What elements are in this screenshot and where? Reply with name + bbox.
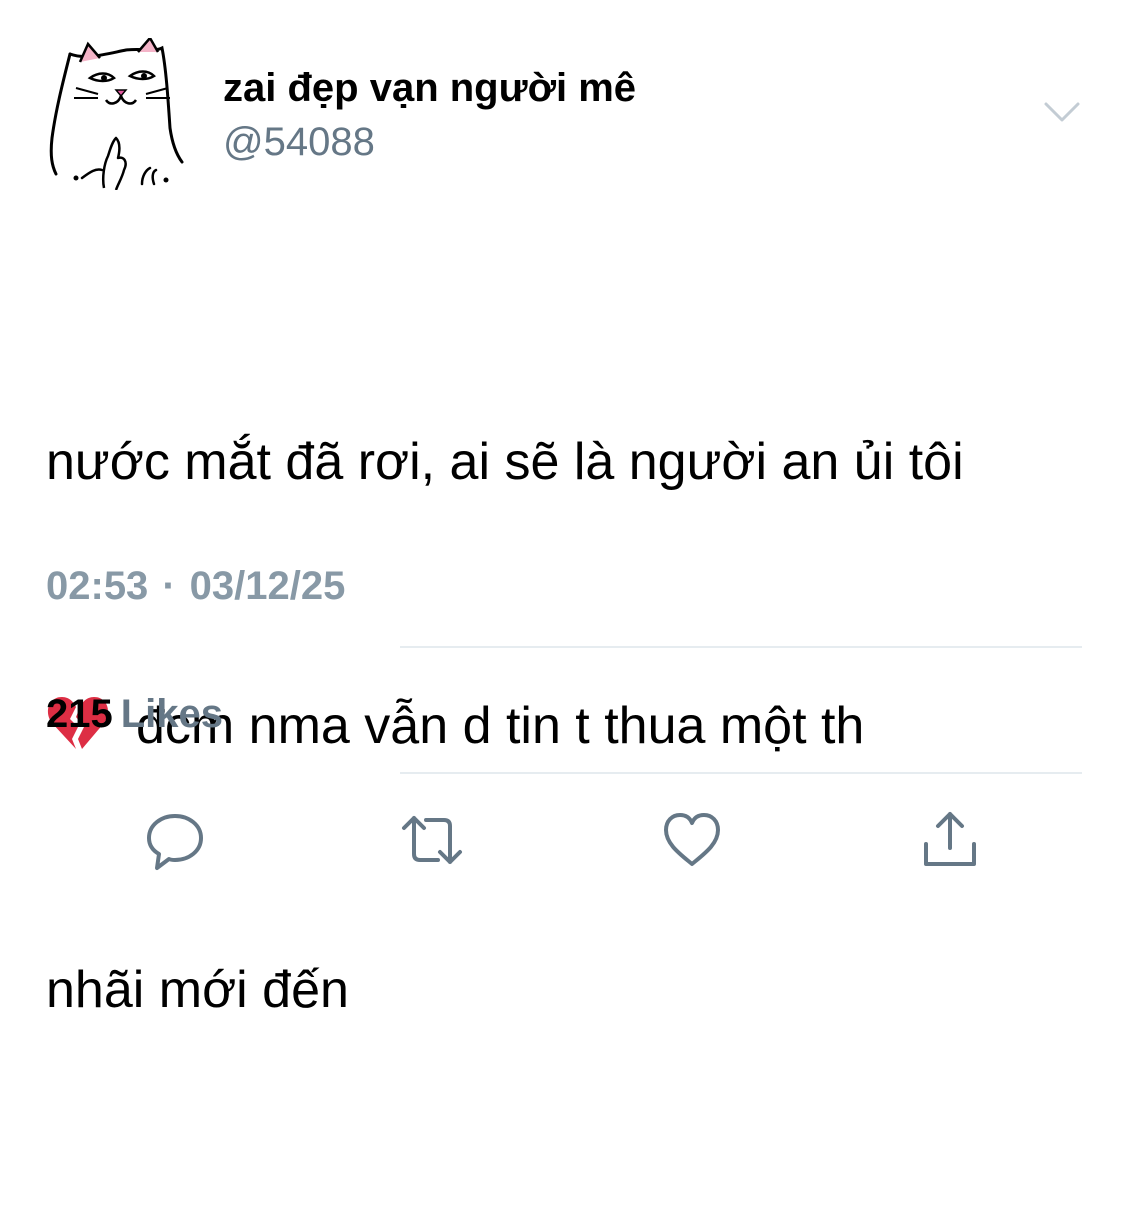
tweet-card: zai đẹp vạn người mê @54088 nước mắt đã … <box>0 0 1125 1019</box>
retweet-button[interactable] <box>400 808 464 872</box>
tweet-line: nhãi mới đến <box>46 961 349 1019</box>
divider <box>400 772 1082 774</box>
divider <box>400 646 1082 648</box>
user-handle[interactable]: @54088 <box>223 118 375 166</box>
share-icon <box>924 812 976 866</box>
timestamp[interactable]: 02:53 · 03/12/25 <box>46 562 345 610</box>
tweet-line: nước mắt đã rơi, ai sẽ là người an ủi tô… <box>46 433 964 491</box>
display-name[interactable]: zai đẹp vạn người mê <box>223 64 636 112</box>
likes-count: 215 <box>46 692 113 736</box>
avatar[interactable] <box>46 35 186 191</box>
like-button[interactable] <box>660 808 724 872</box>
share-button[interactable] <box>918 808 982 872</box>
tweet-time: 02:53 <box>46 564 149 608</box>
tweet-date: 03/12/25 <box>189 564 346 608</box>
action-bar <box>0 808 1125 872</box>
likes-stat[interactable]: 215 Likes <box>46 690 223 738</box>
timestamp-separator: · <box>162 564 176 608</box>
reply-button[interactable] <box>143 808 207 872</box>
chevron-down-icon[interactable] <box>1040 96 1084 128</box>
tweet-line-text: đcm nma vẫn d tin t thua một th <box>136 697 865 755</box>
reply-icon <box>147 814 203 870</box>
likes-label: Likes <box>120 692 224 736</box>
heart-icon <box>664 813 720 866</box>
retweet-icon <box>402 816 462 864</box>
cat-avatar-icon <box>49 35 184 191</box>
